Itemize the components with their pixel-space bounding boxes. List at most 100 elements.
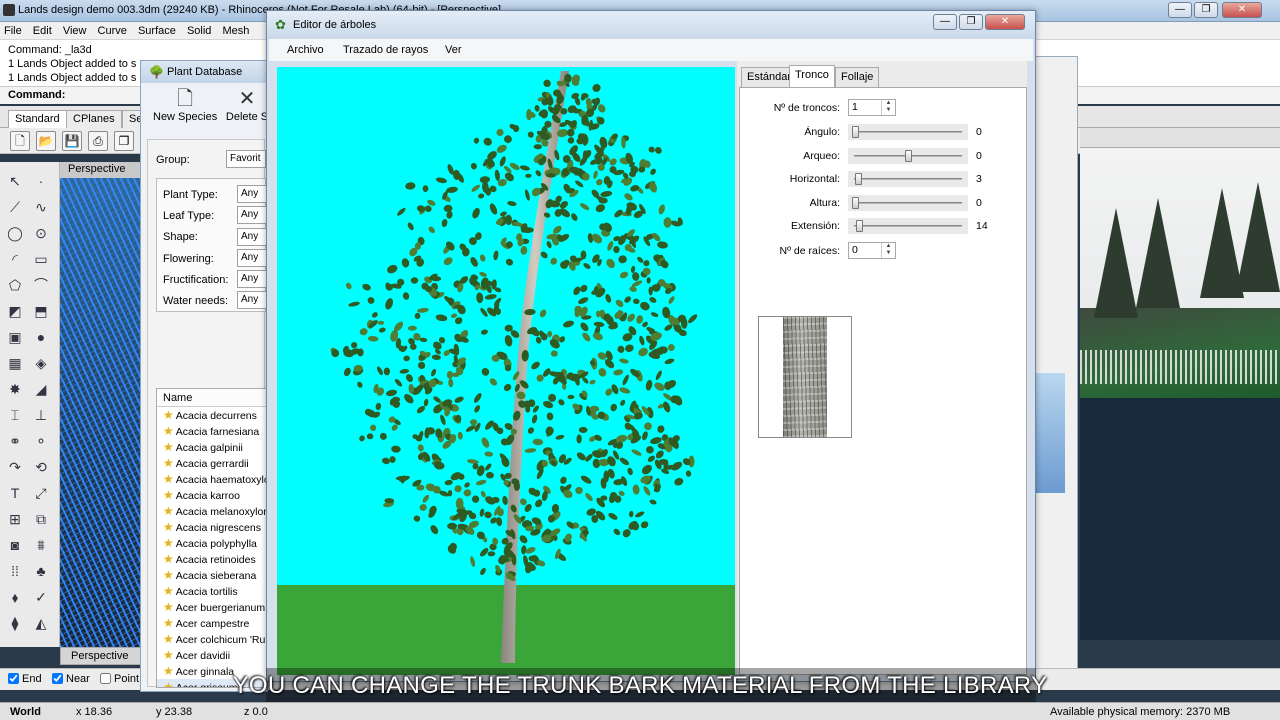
new-species-button[interactable]: 🗋 New Species (153, 87, 217, 123)
surface-icon[interactable]: ◩ (4, 300, 26, 322)
extrude-icon[interactable]: ⬒ (30, 300, 52, 322)
species-list-item[interactable]: ★ Acacia retinoides (157, 551, 267, 567)
menu-surface[interactable]: Surface (134, 22, 180, 37)
slider-thumb[interactable] (856, 220, 864, 232)
slider-thumb[interactable] (855, 173, 863, 185)
menu-ver[interactable]: Ver (445, 44, 462, 56)
fructification-select[interactable]: Any (237, 270, 267, 288)
bark-material-swatch[interactable] (758, 316, 852, 438)
fillet-curve-icon[interactable]: ⌒ (30, 274, 52, 296)
check-icon[interactable]: ✓ (30, 586, 52, 608)
editor-minimize-button[interactable]: — (933, 14, 957, 30)
species-list-item[interactable]: ★ Acer davidii (157, 647, 267, 663)
dimension-icon[interactable]: ⤢ (30, 482, 52, 504)
rotate-icon[interactable]: ⟲ (30, 456, 52, 478)
analyze-icon[interactable]: ⬧ (4, 586, 26, 608)
species-list-item[interactable]: ★ Acer colchicum 'Ru (157, 631, 267, 647)
species-list-item[interactable]: ★ Acacia polyphylla (157, 535, 267, 551)
print-icon[interactable]: ⎙ (88, 131, 108, 151)
species-list-item[interactable]: ★ Acacia galpinii (157, 439, 267, 455)
tab-follaje[interactable]: Follaje (835, 67, 880, 87)
trim-icon[interactable]: ⌶ (4, 404, 26, 426)
species-list[interactable]: Name ★ Acacia decurrens ★ Acacia farnesiana… (156, 388, 268, 688)
tab-tronco[interactable]: Tronco (789, 65, 835, 87)
tab-standard[interactable]: Standard (8, 110, 67, 128)
menu-file[interactable]: File (0, 22, 26, 37)
species-list-header[interactable]: Name (157, 389, 267, 407)
slider-thumb[interactable] (905, 149, 912, 162)
tree-preview[interactable] (277, 67, 735, 675)
ellipse-icon[interactable]: ⊙ (30, 222, 52, 244)
menu-view[interactable]: View (59, 22, 91, 37)
slider-thumb[interactable] (852, 126, 859, 138)
mesh-icon[interactable]: ▦ (4, 352, 26, 374)
species-list-item[interactable]: ★ Acer buergerianum (157, 599, 267, 615)
perspective-viewport[interactable]: Perspective (60, 162, 142, 647)
parameter-slider[interactable] (848, 218, 968, 234)
lands-object-icon[interactable]: ✸ (4, 378, 26, 400)
box-icon[interactable]: ▣ (4, 326, 26, 348)
species-list-item[interactable]: ★ Acacia karroo (157, 487, 267, 503)
rendered-scene-viewport[interactable] (1080, 128, 1280, 640)
rhino-minimize-button[interactable]: — (1168, 2, 1192, 18)
boolean-icon[interactable]: ◈ (30, 352, 52, 374)
array-icon[interactable]: ⊞ (4, 508, 26, 530)
polygon-icon[interactable]: ⬠ (4, 274, 26, 296)
point-icon[interactable]: · (30, 170, 52, 192)
fence-icon[interactable]: ⩩ (30, 534, 52, 556)
menu-archivo[interactable]: Archivo (287, 44, 324, 56)
move-icon[interactable]: ↷ (4, 456, 26, 478)
menu-curve[interactable]: Curve (94, 22, 131, 37)
plant-type-select[interactable]: Any (237, 185, 267, 203)
viewport-title[interactable]: Perspective (60, 162, 142, 178)
slider-thumb[interactable] (852, 196, 859, 209)
viewport-tab-perspective[interactable]: Perspective (60, 647, 142, 665)
text-icon[interactable]: T (4, 482, 26, 504)
group-select[interactable]: Favorit (226, 150, 266, 168)
species-list-item[interactable]: ★ Acer campestre (157, 615, 267, 631)
editor-maximize-button[interactable]: ❐ (959, 14, 983, 30)
split-icon[interactable]: ⊥ (30, 404, 52, 426)
menu-trazado-de-rayos[interactable]: Trazado de rayos (343, 44, 428, 56)
species-list-item[interactable]: ★ Acacia tortilis (157, 583, 267, 599)
parameter-slider[interactable] (848, 124, 968, 140)
render-icon[interactable]: ◙ (4, 534, 26, 556)
spinner-arrows-icon[interactable]: ▲ ▼ (881, 243, 895, 258)
rhino-maximize-button[interactable]: ❐ (1194, 2, 1218, 18)
species-list-item[interactable]: ★ Acacia nigrescens (157, 519, 267, 535)
tree-tool-icon[interactable]: ♣ (30, 560, 52, 582)
mirror-icon[interactable]: ⧉ (30, 508, 52, 530)
shape-select[interactable]: Any (237, 228, 267, 246)
species-list-item[interactable]: ★ Acacia sieberana (157, 567, 267, 583)
species-list-item[interactable]: ★ Acacia melanoxylon (157, 503, 267, 519)
join-icon[interactable]: ⚭ (4, 430, 26, 452)
water-needs-select[interactable]: Any (237, 291, 267, 309)
sphere-icon[interactable]: ● (30, 326, 52, 348)
parameter-slider[interactable] (848, 194, 968, 211)
editor-close-button[interactable]: ✕ (985, 14, 1025, 30)
trunk-count-spinner[interactable]: 1 ▲ ▼ (848, 99, 896, 116)
species-list-item[interactable]: ★ Acacia farnesiana (157, 423, 267, 439)
delete-species-button[interactable]: ✕ Delete S (225, 87, 269, 123)
explode-icon[interactable]: ⚬ (30, 430, 52, 452)
roots-count-spinner[interactable]: 0 ▲ ▼ (848, 242, 896, 259)
paint-icon[interactable]: ◭ (30, 612, 52, 634)
flowering-select[interactable]: Any (237, 249, 267, 267)
menu-solid[interactable]: Solid (183, 22, 215, 37)
species-list-item[interactable]: ★ Acacia decurrens (157, 407, 267, 423)
species-list-item[interactable]: ★ Acacia haematoxylo (157, 471, 267, 487)
leaf-type-select[interactable]: Any (237, 206, 267, 224)
rectangle-icon[interactable]: ▭ (30, 248, 52, 270)
lands-terrain-icon[interactable]: ◢ (30, 378, 52, 400)
species-list-item[interactable]: ★ Acacia gerrardii (157, 455, 267, 471)
menu-mesh[interactable]: Mesh (218, 22, 253, 37)
circle-icon[interactable]: ◯ (4, 222, 26, 244)
spinner-arrows-icon[interactable]: ▲ ▼ (881, 100, 895, 115)
save-icon[interactable]: 💾 (62, 131, 82, 151)
polyline-icon[interactable]: ⟋ (4, 196, 26, 218)
select-arrow-icon[interactable]: ↖ (4, 170, 26, 192)
cplane-indicator[interactable]: World (10, 706, 41, 718)
new-file-icon[interactable]: 🗋 (10, 131, 30, 151)
layers-icon[interactable]: ⧫ (4, 612, 26, 634)
copy-icon[interactable]: ❐ (114, 131, 134, 151)
